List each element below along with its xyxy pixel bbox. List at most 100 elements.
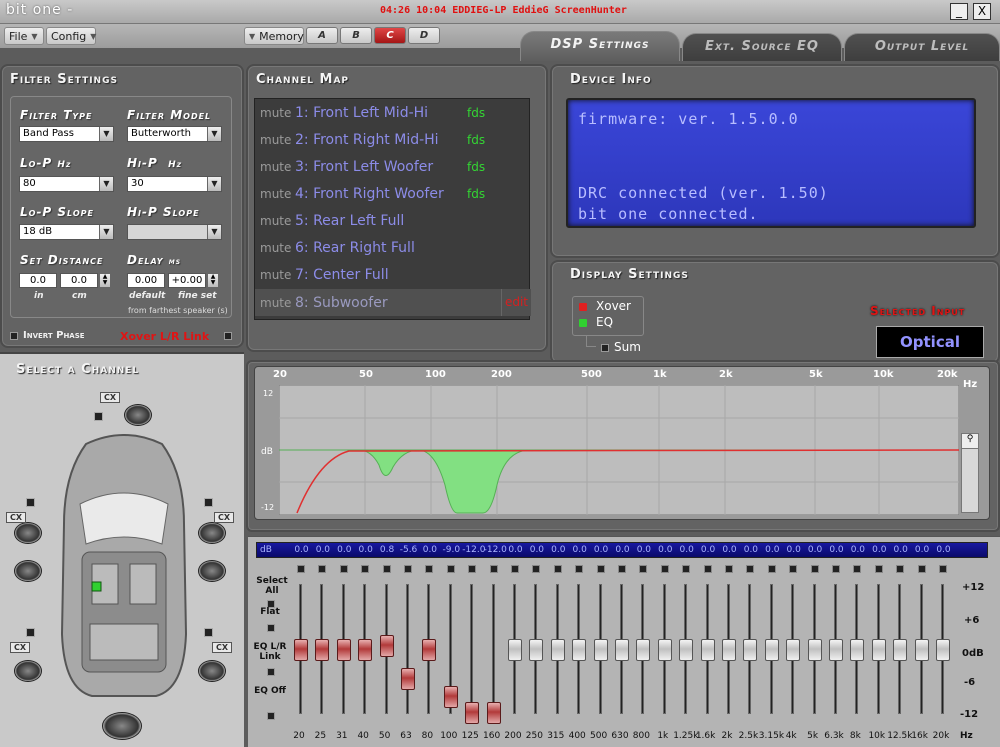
mute-button[interactable]: mute	[255, 268, 295, 282]
memory-tab-d[interactable]: D	[408, 27, 440, 44]
band-select-toggle[interactable]	[896, 565, 905, 573]
cx-button-rear-right[interactable]: CX	[212, 642, 232, 653]
subwoofer-icon[interactable]	[102, 712, 142, 740]
mute-button[interactable]: mute	[255, 296, 295, 310]
speaker-rear-right[interactable]	[198, 660, 226, 682]
selected-input-button[interactable]: Optical	[876, 326, 984, 358]
speaker-front-right-woofer[interactable]	[198, 560, 226, 582]
band-select-toggle[interactable]	[639, 565, 648, 573]
delay-spinner[interactable]: ▲ ▼	[207, 273, 219, 288]
tab-ext-source-eq[interactable]: Ext. Source EQ	[682, 33, 842, 61]
speaker-front-center[interactable]	[124, 404, 152, 426]
eq-off-checkbox[interactable]	[267, 712, 275, 720]
band-select-toggle[interactable]	[832, 565, 840, 573]
channel-row-8[interactable]: mute 8: Subwoofer edit	[255, 289, 531, 316]
eq-slider-knob[interactable]	[786, 639, 801, 661]
memory-tab-b[interactable]: B	[340, 27, 372, 44]
hip-slope-select[interactable]: ▼	[127, 224, 222, 240]
band-select-toggle[interactable]	[917, 565, 926, 573]
cx-button-center[interactable]: CX	[100, 392, 120, 403]
band-select-toggle[interactable]	[939, 565, 947, 573]
mute-button[interactable]: mute	[255, 106, 295, 120]
channel-row-2[interactable]: mute 2: Front Right Mid-Hi fds	[255, 126, 531, 153]
band-select-toggle[interactable]	[789, 565, 798, 573]
speaker-front-left-woofer[interactable]	[14, 560, 42, 582]
eq-slider-knob[interactable]	[443, 686, 458, 709]
distance-in-field[interactable]: 0.0	[19, 273, 57, 288]
memory-menu[interactable]: ▼ Memory	[244, 27, 304, 45]
band-select-toggle[interactable]	[489, 565, 498, 573]
eq-slider-knob[interactable]	[315, 639, 330, 661]
eq-slider-knob[interactable]	[722, 639, 736, 661]
front-left-toggle[interactable]	[26, 498, 35, 507]
eq-slider-knob[interactable]	[850, 639, 865, 661]
band-select-toggle[interactable]	[596, 565, 605, 573]
channel-row-5[interactable]: mute 5: Rear Left Full	[255, 207, 531, 234]
tab-dsp-settings[interactable]: DSP Settings	[520, 31, 680, 61]
band-select-toggle[interactable]	[511, 565, 519, 573]
eq-slider-knob[interactable]	[615, 639, 629, 661]
band-select-toggle[interactable]	[404, 565, 412, 573]
channel-row-3[interactable]: mute 3: Front Left Woofer fds	[255, 153, 531, 180]
lop-select[interactable]: 80 ▼	[19, 176, 114, 192]
xover-link-checkbox[interactable]	[224, 332, 232, 340]
eq-slider-knob[interactable]	[700, 639, 715, 661]
cx-button-front-left[interactable]: CX	[6, 512, 26, 523]
channel-row-4[interactable]: mute 4: Front Right Woofer fds	[255, 180, 531, 207]
cx-button-rear-left[interactable]: CX	[10, 642, 30, 653]
eq-slider-knob[interactable]	[807, 639, 822, 661]
band-select-toggle[interactable]	[468, 565, 477, 573]
mute-button[interactable]: mute	[255, 187, 295, 201]
eq-slider-knob[interactable]	[743, 639, 758, 661]
band-select-toggle[interactable]	[339, 565, 348, 573]
distance-spinner[interactable]: ▲ ▼	[99, 273, 111, 288]
cx-button-front-right[interactable]: CX	[214, 512, 234, 523]
eq-slider-knob[interactable]	[914, 639, 929, 661]
front-right-toggle[interactable]	[204, 498, 213, 507]
eq-slider-track[interactable]	[470, 584, 474, 714]
eq-slider-knob[interactable]	[764, 639, 779, 661]
tab-output-level[interactable]: Output Level	[844, 33, 1000, 61]
band-select-toggle[interactable]	[575, 565, 584, 573]
close-button[interactable]: X	[973, 3, 991, 20]
mute-button[interactable]: mute	[255, 214, 295, 228]
eq-slider-knob[interactable]	[529, 639, 544, 661]
invert-phase-checkbox[interactable]	[10, 332, 18, 340]
eq-slider-knob[interactable]	[401, 668, 415, 691]
eq-slider-track[interactable]	[406, 584, 409, 714]
channel-row-7[interactable]: mute 7: Center Full	[255, 261, 531, 288]
eq-slider-knob[interactable]	[871, 639, 886, 661]
band-select-toggle[interactable]	[318, 565, 327, 573]
filter-type-select[interactable]: Band Pass ▼	[19, 126, 114, 142]
band-select-toggle[interactable]	[382, 565, 391, 573]
band-select-toggle[interactable]	[618, 565, 626, 573]
eq-slider-knob[interactable]	[657, 639, 672, 661]
flat-button[interactable]	[267, 624, 275, 632]
eq-slider-knob[interactable]	[294, 639, 308, 661]
center-select-toggle[interactable]	[94, 412, 103, 421]
speaker-front-left-tweeter[interactable]	[14, 522, 42, 544]
band-select-toggle[interactable]	[660, 565, 669, 573]
channel-row-6[interactable]: mute 6: Rear Right Full	[255, 234, 531, 261]
eq-slider-knob[interactable]	[379, 634, 394, 657]
band-select-toggle[interactable]	[361, 565, 370, 573]
band-select-toggle[interactable]	[425, 565, 434, 573]
band-select-toggle[interactable]	[810, 565, 819, 573]
distance-cm-field[interactable]: 0.0	[60, 273, 98, 288]
band-select-toggle[interactable]	[703, 565, 712, 573]
file-menu[interactable]: File ▼	[4, 27, 44, 45]
lop-slope-select[interactable]: 18 dB ▼	[19, 224, 114, 240]
band-select-toggle[interactable]	[297, 565, 305, 573]
band-select-toggle[interactable]	[767, 565, 776, 573]
eq-toggle[interactable]	[579, 319, 587, 327]
band-select-toggle[interactable]	[874, 565, 883, 573]
eq-slider-track[interactable]	[491, 584, 495, 714]
filter-model-select[interactable]: Butterworth ▼	[127, 126, 222, 142]
hip-select[interactable]: 30 ▼	[127, 176, 222, 192]
edit-button[interactable]: edit	[501, 289, 531, 316]
eq-slider-knob[interactable]	[358, 639, 373, 661]
mute-button[interactable]: mute	[255, 241, 295, 255]
band-select-toggle[interactable]	[746, 565, 755, 573]
eq-slider-knob[interactable]	[593, 639, 608, 661]
speaker-rear-left[interactable]	[14, 660, 42, 682]
